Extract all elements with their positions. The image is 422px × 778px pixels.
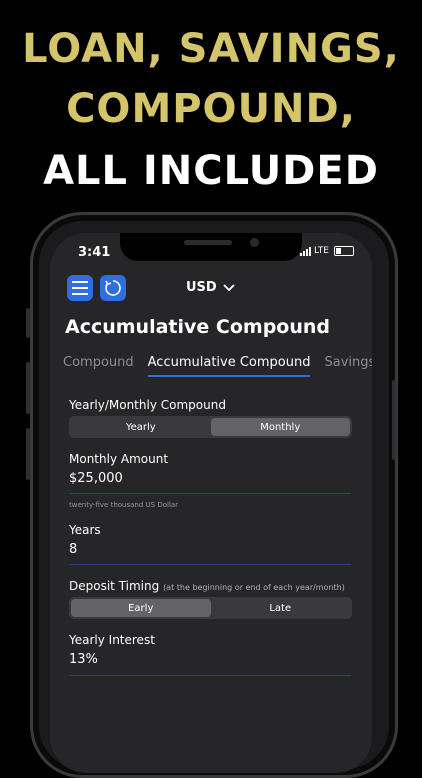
amount-in-words: twenty-five thousand US Dollar: [69, 501, 179, 509]
headline-line-2: COMPOUND,: [66, 86, 356, 132]
deposit-timing-title: Deposit Timing: [69, 579, 160, 593]
phone-side-button: [26, 362, 30, 414]
phone-side-button: [26, 308, 30, 338]
option-monthly[interactable]: Monthly: [210, 418, 350, 436]
battery-icon: [334, 246, 354, 256]
years-field[interactable]: 8: [69, 542, 77, 557]
refresh-icon: [105, 280, 121, 296]
option-yearly[interactable]: Yearly: [71, 418, 211, 436]
tab-savings[interactable]: Savings: [324, 355, 372, 377]
deposit-timing-segmented: Early Late: [69, 597, 352, 619]
headline-line-3: ALL INCLUDED: [43, 148, 379, 194]
chevron-down-icon: [223, 283, 235, 291]
menu-button[interactable]: [67, 275, 93, 301]
interest-underline: [69, 675, 351, 676]
hamburger-icon: [72, 281, 88, 295]
deposit-timing-hint: (at the beginning or end of each year/mo…: [163, 583, 345, 592]
tab-bar: Compound Accumulative Compound Savings D: [63, 355, 372, 377]
signal-icon: [300, 246, 312, 256]
tab-compound[interactable]: Compound: [63, 355, 134, 377]
network-label: LTE: [314, 246, 329, 256]
currency-label: USD: [186, 280, 217, 295]
amount-label: Monthly Amount: [69, 452, 169, 466]
interest-label: Yearly Interest: [69, 633, 155, 647]
headline-line-1: LOAN, SAVINGS,: [22, 26, 400, 72]
interest-field[interactable]: 13%: [69, 652, 98, 667]
reset-button[interactable]: [100, 275, 126, 301]
phone-side-button: [392, 380, 396, 460]
phone-side-button: [26, 428, 30, 480]
page-title: Accumulative Compound: [65, 316, 330, 338]
speaker: [184, 240, 232, 245]
tab-accumulative-compound[interactable]: Accumulative Compound: [147, 355, 311, 377]
currency-selector[interactable]: USD: [186, 280, 235, 295]
compound-type-segmented: Yearly Monthly: [69, 416, 352, 438]
amount-underline: [69, 493, 351, 494]
phone-screen: 3:41 LTE USD Accumulative Compound Compo…: [50, 233, 372, 773]
compound-type-label: Yearly/Monthly Compound: [69, 398, 226, 412]
deposit-timing-label: Deposit Timing (at the beginning or end …: [69, 579, 345, 593]
notch: [120, 233, 302, 261]
years-underline: [69, 564, 351, 565]
status-indicators: LTE: [300, 246, 354, 256]
years-label: Years: [69, 523, 101, 537]
option-late[interactable]: Late: [211, 599, 351, 617]
status-time: 3:41: [78, 245, 111, 260]
amount-field[interactable]: $25,000: [69, 471, 123, 486]
option-early[interactable]: Early: [71, 599, 211, 617]
camera: [250, 238, 259, 247]
